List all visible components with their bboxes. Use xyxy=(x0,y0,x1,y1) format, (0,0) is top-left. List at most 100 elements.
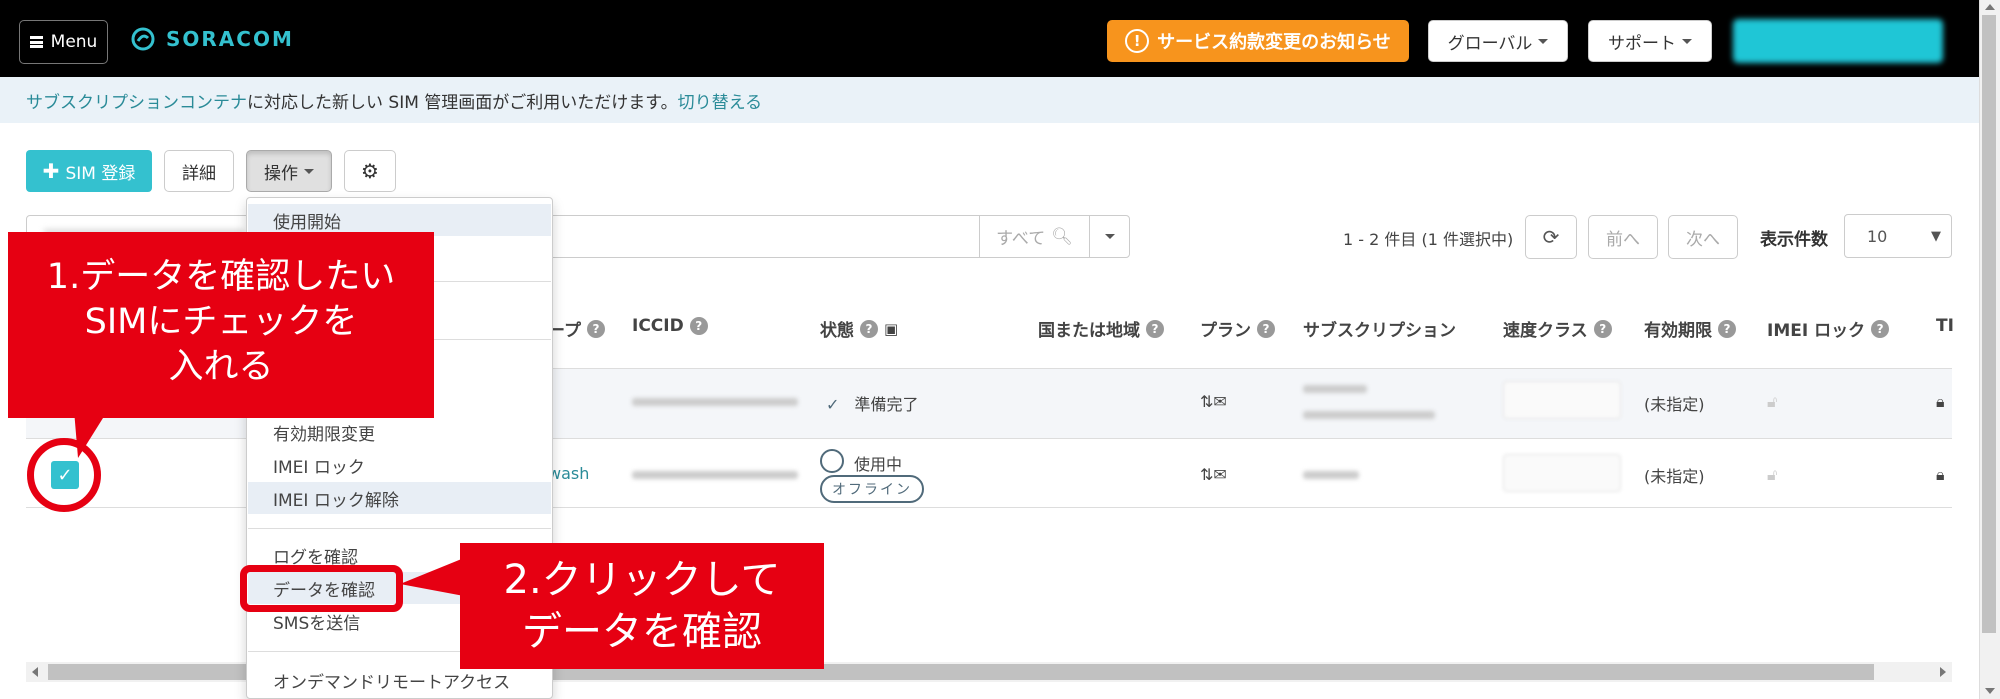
prev-page-button[interactable]: 前へ xyxy=(1588,215,1658,259)
user-account-menu[interactable] xyxy=(1733,19,1943,63)
help-icon[interactable]: ? xyxy=(1146,319,1164,338)
column-header-plan-label: プラン xyxy=(1200,321,1251,341)
menu-item-imei-unlock[interactable]: IMEI ロック解除 xyxy=(248,482,551,514)
chevron-down-icon xyxy=(304,168,314,174)
prev-page-label: 前へ xyxy=(1606,229,1640,250)
sim-register-label: SIM 登録 xyxy=(65,163,136,184)
subscription-blurred xyxy=(1303,411,1435,419)
column-header-status[interactable]: 状態? ▣ xyxy=(820,316,898,341)
banner-text: に対応した新しい SIM 管理画面がご利用いただけます。 xyxy=(247,92,678,113)
unlock-icon: 🔓︎ xyxy=(1767,392,1778,411)
settings-button[interactable]: ⚙ xyxy=(344,150,396,192)
support-dropdown-label: サポート xyxy=(1608,33,1676,54)
chevron-down-icon xyxy=(1105,234,1115,239)
column-header-imei-lock[interactable]: IMEI ロック? xyxy=(1767,316,1890,341)
check-icon: ✓ xyxy=(826,395,840,414)
result-count: 1 - 2 件目 (1 件選択中) xyxy=(1343,230,1514,249)
callout-2-pointer xyxy=(400,558,464,596)
scroll-right-arrow-icon[interactable] xyxy=(1940,667,1946,677)
support-dropdown[interactable]: サポート xyxy=(1588,20,1712,62)
status-ready: ✓ 準備完了 xyxy=(826,391,919,415)
help-icon[interactable]: ? xyxy=(586,319,605,338)
scroll-down-arrow-icon[interactable] xyxy=(1985,688,1995,694)
chevron-down-icon xyxy=(1682,38,1692,44)
plan-icons: ⇅✉ xyxy=(1200,465,1227,484)
group-link[interactable]: wash xyxy=(548,464,589,483)
menu-item-change-expiry[interactable]: 有効期限変更 xyxy=(248,416,551,448)
column-header-region[interactable]: 国または地域? xyxy=(1038,316,1164,341)
iccid-blurred xyxy=(632,398,798,406)
refresh-button[interactable]: ⟳ xyxy=(1525,215,1577,259)
menu-divider xyxy=(248,528,551,529)
detail-button[interactable]: 詳細 xyxy=(164,150,234,192)
hamburger-icon xyxy=(29,36,43,48)
expiry-value: (未指定) xyxy=(1644,467,1705,486)
search-scope-label: すべて xyxy=(996,229,1046,249)
terms-notice-button[interactable]: ! サービス約款変更のお知らせ xyxy=(1107,20,1409,62)
column-header-speed-class[interactable]: 速度クラス? xyxy=(1503,316,1612,341)
vertical-scroll-thumb[interactable] xyxy=(1982,15,1996,633)
next-page-label: 次へ xyxy=(1686,229,1720,250)
help-icon[interactable]: ? xyxy=(1593,319,1612,338)
subscription-blurred xyxy=(1303,385,1367,393)
column-header-expiry[interactable]: 有効期限? xyxy=(1644,316,1736,341)
per-page-label: 表示件数 xyxy=(1760,230,1828,250)
refresh-icon: ⟳ xyxy=(1542,225,1560,249)
column-header-speed-label: 速度クラス xyxy=(1503,321,1588,341)
speed-class-select[interactable] xyxy=(1503,454,1621,492)
column-header-subscription[interactable]: サブスクリプション xyxy=(1303,316,1456,341)
terms-notice-label: サービス約款変更のお知らせ xyxy=(1157,32,1391,53)
switch-link[interactable]: 切り替える xyxy=(678,88,763,113)
column-header-plan[interactable]: プラン? xyxy=(1200,316,1275,341)
help-icon[interactable]: ? xyxy=(860,319,878,338)
info-banner: サブスクリプションコンテナ に対応した新しい SIM 管理画面がご利用いただけま… xyxy=(0,77,1979,123)
column-header-expiry-label: 有効期限 xyxy=(1644,321,1712,341)
help-icon[interactable]: ? xyxy=(1871,319,1890,338)
callout-2-line: 2.クリックして xyxy=(503,557,781,603)
menu-item-imei-lock[interactable]: IMEI ロック xyxy=(248,449,551,481)
search-scope-button[interactable]: すべて 🔍︎ xyxy=(979,216,1089,257)
data-transfer-icon: ⇅ xyxy=(1200,392,1214,411)
menu-button-label: Menu xyxy=(50,32,98,52)
envelope-icon: ✉ xyxy=(1213,465,1227,484)
callout-1-line: 1.データを確認したい xyxy=(46,257,396,297)
column-header-group[interactable]: ープ? xyxy=(548,316,605,341)
next-page-button[interactable]: 次へ xyxy=(1668,215,1738,259)
search-icon: 🔍︎ xyxy=(1051,226,1073,247)
sim-register-button[interactable]: ✚ SIM 登録 xyxy=(26,150,152,192)
menu-button[interactable]: Menu xyxy=(19,20,108,64)
soracom-logo[interactable]: SORACOM xyxy=(130,26,294,52)
callout-step-2: 2.クリックして データを確認 xyxy=(460,543,824,669)
view-data-highlight-box xyxy=(240,565,403,612)
offline-badge: オフライン xyxy=(820,475,924,503)
data-transfer-icon: ⇅ xyxy=(1200,465,1214,484)
column-header-iccid[interactable]: ICCID? xyxy=(632,316,708,336)
subscription-container-link[interactable]: サブスクリプションコンテナ xyxy=(26,88,247,113)
operations-button[interactable]: 操作 xyxy=(246,150,332,192)
help-icon[interactable]: ? xyxy=(1718,319,1736,338)
column-header-iccid-label: ICCID xyxy=(632,316,684,336)
column-header-ti[interactable]: TI xyxy=(1936,316,1954,336)
online-status-icon xyxy=(820,449,844,473)
filter-icon[interactable]: ▣ xyxy=(884,320,898,338)
help-icon[interactable]: ? xyxy=(689,317,708,335)
lock-icon: 🔒︎ xyxy=(1936,392,1945,411)
column-header-imei-lock-label: IMEI ロック xyxy=(1767,321,1866,341)
help-icon[interactable]: ? xyxy=(1257,319,1275,338)
soracom-logo-icon xyxy=(131,27,155,51)
callout-1-line: 入れる xyxy=(168,347,274,387)
lock-icon: 🔒︎ xyxy=(1936,465,1945,484)
search-options-dropdown[interactable] xyxy=(1089,216,1130,257)
callout-2-line: データを確認 xyxy=(522,609,762,655)
subscription-blurred xyxy=(1303,471,1359,479)
global-dropdown-label: グローバル xyxy=(1447,33,1533,54)
callout-1-line: SIMにチェックを xyxy=(84,302,358,342)
global-dropdown[interactable]: グローバル xyxy=(1428,20,1568,62)
scroll-up-arrow-icon[interactable] xyxy=(1985,4,1995,10)
scroll-left-arrow-icon[interactable] xyxy=(32,667,38,677)
unlock-icon: 🔓︎ xyxy=(1767,465,1778,484)
status-in-use: 使用中 xyxy=(854,455,903,474)
plus-icon: ✚ xyxy=(42,159,60,183)
per-page-select[interactable]: 10 ▼ xyxy=(1844,214,1952,258)
speed-class-select[interactable] xyxy=(1503,381,1621,419)
